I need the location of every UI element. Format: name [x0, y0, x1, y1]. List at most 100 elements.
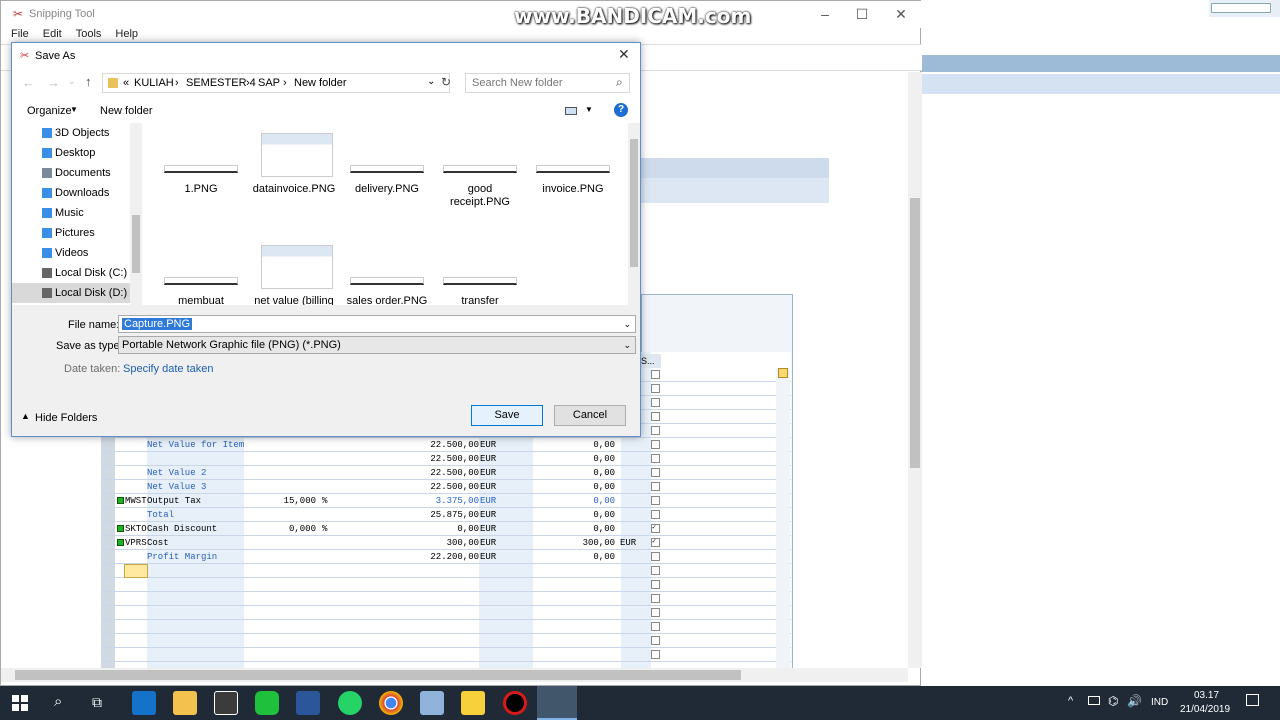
row-checkbox[interactable] [651, 636, 660, 645]
sticky-notes-icon[interactable] [461, 691, 485, 715]
refresh-icon[interactable]: ↻ [441, 75, 451, 89]
breadcrumb-overflow[interactable]: « [123, 77, 129, 89]
row-checkbox[interactable]: ✓ [651, 538, 660, 547]
row-checkbox[interactable] [651, 594, 660, 603]
file-name-value[interactable]: Capture.PNG [122, 318, 193, 330]
nav-scrollbar[interactable] [130, 123, 142, 305]
nav-item[interactable]: Downloads [12, 183, 130, 203]
file-thumbnail[interactable] [350, 277, 424, 285]
table-row[interactable]: ✓ VPRS Cost 300,00 EUR 300,00 EUR [101, 536, 791, 550]
table-row[interactable]: 22.500,00 EUR 0,00 [101, 452, 791, 466]
task-view-icon[interactable]: ⧉ [92, 694, 102, 711]
selected-cell[interactable] [124, 564, 148, 578]
row-checkbox[interactable] [651, 384, 660, 393]
file-scrollbar[interactable] [628, 123, 640, 305]
search-box[interactable]: Search New folder ⌕ [465, 73, 630, 93]
nav-item[interactable]: Documents [12, 163, 130, 183]
table-row[interactable]: Total 25.875,00 EUR 0,00 [101, 508, 791, 522]
clock-date[interactable]: 21/04/2019 [1180, 704, 1230, 715]
file-thumbnail[interactable] [350, 165, 424, 173]
file-thumbnail[interactable] [443, 165, 517, 173]
sap-logon-icon[interactable] [420, 691, 444, 715]
row-checkbox[interactable] [651, 496, 660, 505]
chrome-icon[interactable] [379, 691, 403, 715]
store-icon[interactable] [214, 691, 238, 715]
cancel-button[interactable]: Cancel [554, 405, 626, 426]
nav-item[interactable]: Pictures [12, 223, 130, 243]
address-bar[interactable]: « KULIAH › SEMESTER 4 › SAP › New folder… [102, 73, 450, 93]
file-name-field[interactable]: Capture.PNG ⌄ [118, 315, 636, 333]
table-row[interactable]: Profit Margin 22.200,00 EUR 0,00 [101, 550, 791, 564]
clock-time[interactable]: 03.17 [1194, 690, 1219, 701]
hide-folders-chevron-icon[interactable]: ▲ [21, 411, 30, 421]
view-dropdown-icon[interactable]: ▼ [585, 105, 593, 114]
file-name[interactable]: delivery.PNG [342, 183, 432, 196]
table-row[interactable]: Net Value 2 22.500,00 EUR 0,00 [101, 466, 791, 480]
bandicam-icon[interactable] [503, 691, 527, 715]
recent-chevron-icon[interactable]: ⌄ [68, 76, 76, 87]
file-thumbnail[interactable] [164, 277, 238, 285]
save-type-select[interactable]: Portable Network Graphic file (PNG) (*.P… [118, 336, 636, 354]
row-checkbox[interactable] [651, 454, 660, 463]
breadcrumb-sap[interactable]: SAP [258, 77, 280, 89]
word-icon[interactable] [296, 691, 320, 715]
help-icon[interactable]: ? [614, 103, 628, 117]
nav-item[interactable]: Local Disk (C:) [12, 263, 130, 283]
language-indicator[interactable]: IND [1151, 697, 1168, 708]
row-checkbox[interactable] [651, 622, 660, 631]
minimize-button[interactable]: – [815, 4, 835, 24]
table-row[interactable] [101, 620, 791, 634]
line-icon[interactable] [255, 691, 279, 715]
maximize-button[interactable]: ☐ [852, 4, 872, 24]
file-name[interactable]: 1.PNG [156, 183, 246, 196]
table-row[interactable] [101, 592, 791, 606]
view-options-icon[interactable] [565, 107, 577, 115]
nav-item[interactable]: 3D Objects [12, 123, 130, 143]
table-row[interactable]: Net Value 3 22.500,00 EUR 0,00 [101, 480, 791, 494]
row-checkbox[interactable] [651, 440, 660, 449]
row-checkbox[interactable] [651, 608, 660, 617]
nav-item[interactable]: Local Disk (D:) [12, 283, 130, 303]
notifications-icon[interactable] [1246, 694, 1259, 706]
row-checkbox[interactable] [651, 412, 660, 421]
file-thumbnail[interactable] [261, 245, 333, 289]
file-name[interactable]: datainvoice.PNG [249, 183, 339, 196]
file-name[interactable]: net value (billing [249, 295, 339, 305]
table-row[interactable]: ✓ SKTO Cash Discount 0,000% 0,00 EUR 0,00 [101, 522, 791, 536]
menu-help[interactable]: Help [115, 28, 138, 40]
row-checkbox[interactable] [651, 552, 660, 561]
row-checkbox[interactable] [651, 426, 660, 435]
nav-item[interactable]: Desktop [12, 143, 130, 163]
windows-start-icon[interactable] [12, 695, 28, 711]
hide-folders-button[interactable]: Hide Folders [35, 412, 97, 424]
menu-file[interactable]: File [11, 28, 29, 40]
file-thumbnail[interactable] [261, 133, 333, 177]
close-button[interactable]: ✕ [891, 4, 911, 24]
table-row[interactable]: Net Value for Item 22.500,00 EUR 0,00 [101, 438, 791, 452]
row-checkbox[interactable]: ✓ [651, 524, 660, 533]
forward-arrow-icon[interactable]: → [47, 75, 60, 90]
table-row[interactable] [101, 634, 791, 648]
save-type-dropdown-icon[interactable]: ⌄ [623, 337, 631, 353]
nav-item[interactable]: Music [12, 203, 130, 223]
back-arrow-icon[interactable]: ← [22, 75, 35, 90]
grid-scrollbar[interactable] [776, 368, 790, 668]
file-thumbnail[interactable] [536, 165, 610, 173]
file-name[interactable]: membuat [156, 295, 246, 305]
table-row[interactable] [101, 648, 791, 662]
file-name[interactable]: good receipt.PNG [450, 183, 510, 209]
row-checkbox[interactable] [651, 482, 660, 491]
row-checkbox[interactable] [651, 398, 660, 407]
horizontal-scrollbar[interactable] [1, 668, 908, 682]
address-dropdown-icon[interactable]: ⌄ [427, 76, 435, 87]
volume-icon[interactable]: 🔊 [1127, 694, 1142, 708]
row-checkbox[interactable] [651, 370, 660, 379]
file-explorer-icon[interactable] [173, 691, 197, 715]
file-thumbnail[interactable] [443, 277, 517, 285]
edge-icon[interactable] [132, 691, 156, 715]
row-checkbox[interactable] [651, 650, 660, 659]
row-checkbox[interactable] [651, 566, 660, 575]
search-input[interactable]: Search New folder [472, 77, 563, 89]
up-arrow-icon[interactable]: ↑ [85, 74, 92, 89]
file-thumbnail[interactable] [164, 165, 238, 173]
